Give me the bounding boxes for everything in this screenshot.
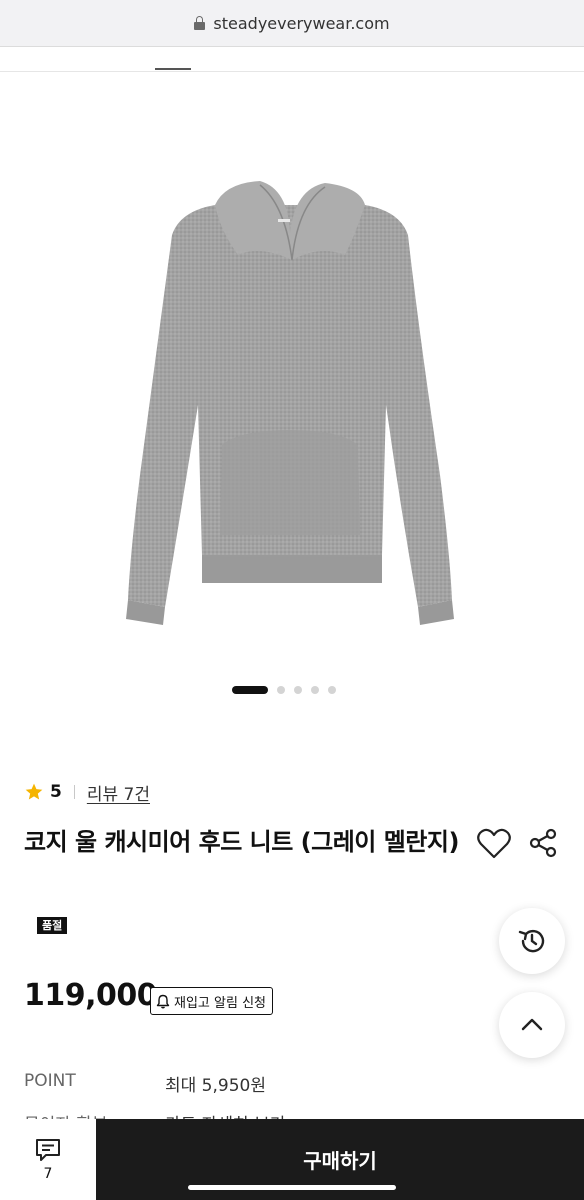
history-icon: [518, 929, 545, 953]
point-label: POINT: [24, 1071, 76, 1091]
recently-viewed-button[interactable]: [499, 908, 565, 974]
lock-icon: [194, 16, 206, 30]
carousel-dot[interactable]: [328, 686, 336, 694]
url-text: steadyeverywear.com: [213, 13, 390, 33]
star-icon: [25, 783, 43, 800]
carousel-indicator: [232, 686, 336, 694]
heart-icon[interactable]: [476, 828, 512, 860]
rating-value: 5: [50, 782, 62, 802]
product-title: 코지 울 캐시미어 후드 니트 (그레이 멜란지): [24, 828, 459, 856]
chat-button[interactable]: 7: [0, 1119, 96, 1200]
carousel-dot-active[interactable]: [232, 686, 268, 694]
chat-count: 7: [43, 1166, 53, 1182]
carousel-dot[interactable]: [294, 686, 302, 694]
restock-alert-label: 재입고 알림 신청: [174, 995, 266, 1011]
review-count-link[interactable]: 리뷰 7건: [87, 780, 150, 805]
share-icon[interactable]: [528, 828, 558, 858]
top-nav-strip: [0, 47, 584, 72]
nav-active-indicator: [155, 68, 191, 70]
product-image[interactable]: [120, 175, 460, 645]
restock-alert-button[interactable]: 재입고 알림 신청: [150, 987, 273, 1015]
carousel-dot[interactable]: [311, 686, 319, 694]
sold-out-badge: 품절: [37, 917, 68, 934]
browser-url-bar[interactable]: steadyeverywear.com: [0, 0, 584, 47]
home-indicator: [188, 1185, 396, 1190]
scroll-to-top-button[interactable]: [499, 992, 565, 1058]
divider: [73, 785, 75, 799]
message-icon: [36, 1139, 60, 1161]
rating-row: 5 리뷰 7건: [24, 779, 150, 805]
point-value: 최대 5,950원: [165, 1076, 266, 1096]
product-price: 119,000: [24, 978, 158, 1013]
carousel-dot[interactable]: [277, 686, 285, 694]
chevron-up-icon: [521, 1018, 543, 1031]
bell-icon: [156, 994, 170, 1008]
